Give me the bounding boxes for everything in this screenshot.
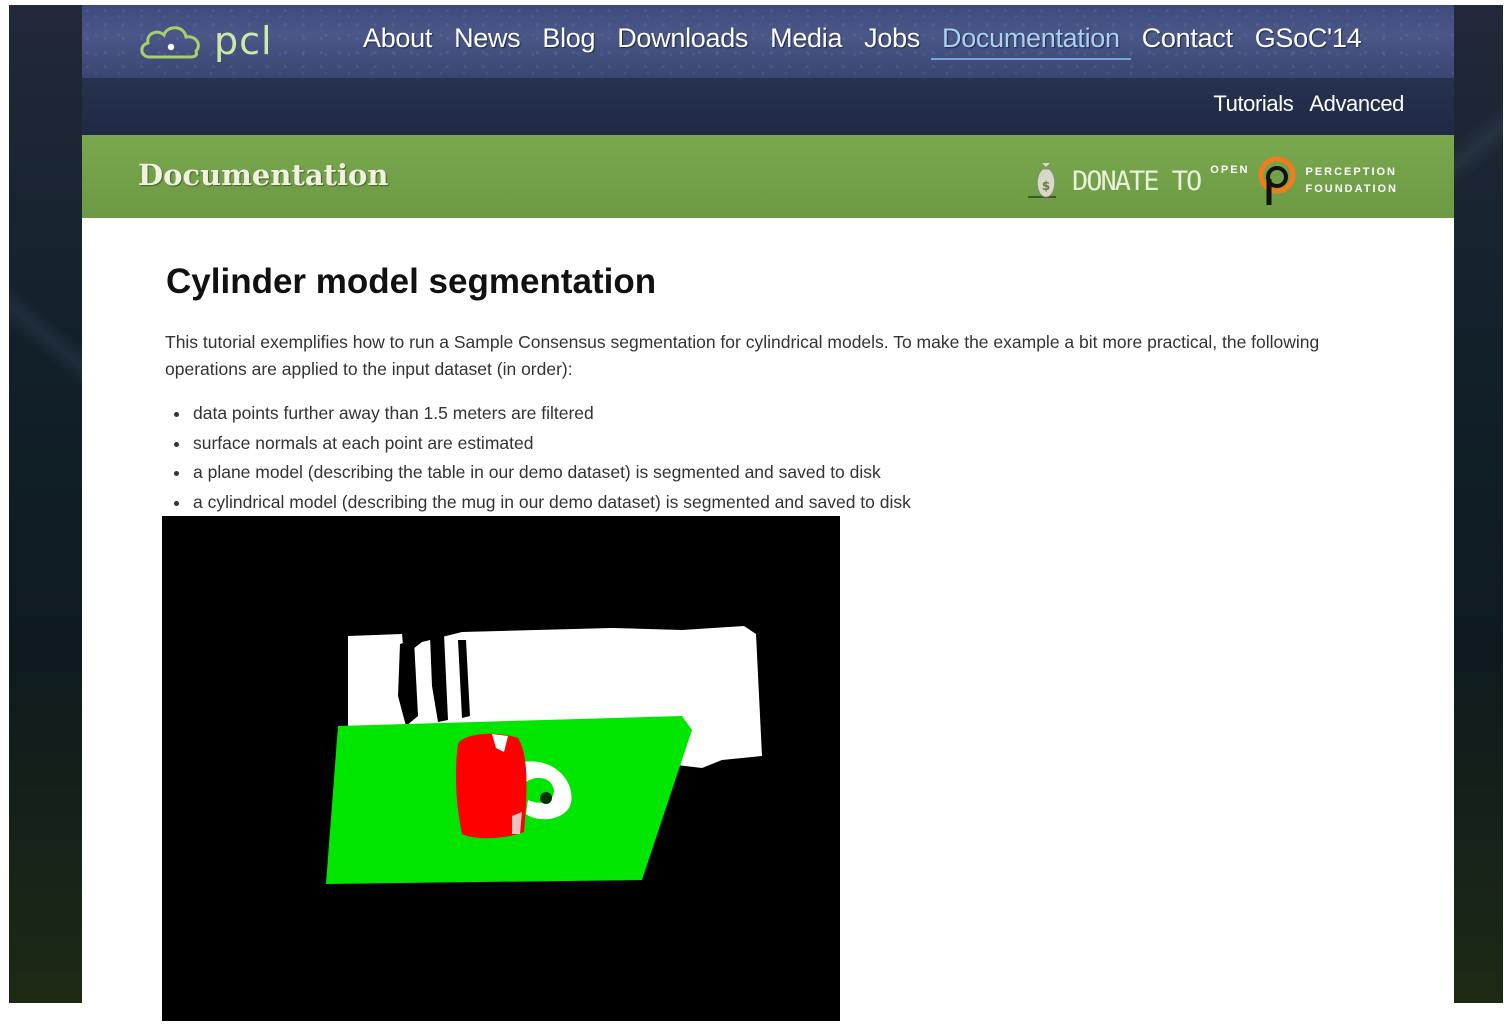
list-item: data points further away than 1.5 meters… xyxy=(165,399,911,429)
list-item: a plane model (describing the table in o… xyxy=(165,458,911,488)
open-perception-logo-icon xyxy=(1258,156,1296,205)
subnav-tutorials[interactable]: Tutorials xyxy=(1213,91,1293,117)
list-item: a cylindrical model (describing the mug … xyxy=(165,488,911,518)
donate-perception-label: PERCEPTION xyxy=(1305,166,1397,178)
main-nav: About News Blog Downloads Media Jobs Doc… xyxy=(352,19,1372,60)
nav-contact[interactable]: Contact xyxy=(1131,19,1244,60)
money-bag-icon: $ xyxy=(1027,163,1056,198)
nav-downloads[interactable]: Downloads xyxy=(606,19,759,60)
page-title: Cylinder model segmentation xyxy=(166,262,657,301)
segmentation-result-image xyxy=(162,516,840,1021)
donate-label: DONATE TO xyxy=(1071,165,1202,197)
nav-gsoc[interactable]: GSoC'14 xyxy=(1244,19,1373,60)
nav-media[interactable]: Media xyxy=(759,19,853,60)
pcl-logo[interactable]: pcl xyxy=(136,19,273,63)
logo-text: pcl xyxy=(214,19,273,63)
list-item: surface normals at each point are estima… xyxy=(165,429,911,459)
subnav-advanced[interactable]: Advanced xyxy=(1309,91,1404,117)
intro-paragraph: This tutorial exemplifies how to run a S… xyxy=(165,332,1320,379)
cloud-icon xyxy=(140,26,200,59)
donate-banner[interactable]: $ DONATE TO OPEN PERCEPTION FOUNDATION xyxy=(1026,151,1398,211)
sub-nav: Tutorials Advanced xyxy=(1213,91,1404,117)
donate-foundation-label: FOUNDATION xyxy=(1305,183,1398,195)
section-title: Documentation xyxy=(138,158,389,192)
nav-documentation[interactable]: Documentation xyxy=(931,19,1131,60)
donate-foundation-text: PERCEPTION FOUNDATION xyxy=(1305,164,1398,198)
segmentation-render xyxy=(162,516,840,1021)
nav-news[interactable]: News xyxy=(443,19,531,60)
nav-jobs[interactable]: Jobs xyxy=(853,19,931,60)
operations-list: data points further away than 1.5 meters… xyxy=(165,399,911,517)
donate-open-label: OPEN xyxy=(1210,164,1250,176)
nav-blog[interactable]: Blog xyxy=(531,19,606,60)
svg-text:$: $ xyxy=(1042,179,1050,193)
nav-about[interactable]: About xyxy=(352,19,443,60)
